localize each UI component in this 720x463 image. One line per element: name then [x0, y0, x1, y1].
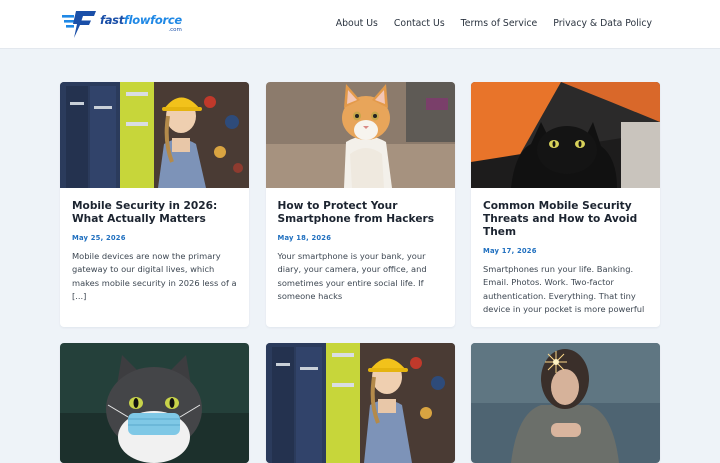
logo-domain-suffix: .com	[168, 26, 182, 33]
logo-text-accent: flowforce	[123, 13, 182, 27]
site-logo[interactable]: fastflowforce .com	[62, 9, 182, 39]
black-cat-in-tent-photo	[471, 82, 660, 188]
worker-in-hard-hat-photo	[60, 82, 249, 188]
orange-white-cat-photo	[265, 82, 455, 188]
woman-with-sparkler-photo	[471, 343, 660, 463]
post-date: May 17, 2026	[483, 247, 537, 255]
post-thumbnail[interactable]	[471, 82, 660, 188]
post-thumbnail[interactable]	[60, 82, 249, 188]
main-nav: About Us Contact Us Terms of Service Pri…	[336, 18, 652, 29]
worker-in-hard-hat-photo	[265, 343, 455, 463]
nav-privacy-policy[interactable]: Privacy & Data Policy	[553, 18, 652, 29]
post-card[interactable]: Common Mobile Security Threats and How t…	[471, 82, 660, 327]
post-card[interactable]: How to Protect Your Smartphone from Hack…	[265, 82, 455, 327]
post-date: May 25, 2026	[72, 234, 126, 242]
site-header: fastflowforce .com About Us Contact Us T…	[0, 0, 720, 49]
nav-contact-us[interactable]: Contact Us	[394, 18, 445, 29]
post-title[interactable]: How to Protect Your Smartphone from Hack…	[278, 200, 443, 226]
nav-about-us[interactable]: About Us	[336, 18, 378, 29]
post-excerpt: Mobile devices are now the primary gatew…	[72, 251, 237, 301]
logo-bolt-icon	[62, 11, 96, 38]
post-card[interactable]	[471, 343, 660, 463]
cat-with-face-mask-photo	[60, 343, 249, 463]
post-thumbnail[interactable]	[60, 343, 249, 463]
post-excerpt: Your smartphone is your bank, your diary…	[277, 251, 427, 301]
post-title[interactable]: Common Mobile Security Threats and How t…	[483, 200, 648, 239]
post-thumbnail[interactable]	[471, 343, 660, 463]
logo-text-prefix: fast	[100, 13, 124, 27]
post-excerpt: Smartphones run your life. Banking. Emai…	[483, 264, 645, 314]
post-thumbnail[interactable]	[265, 343, 455, 463]
nav-terms-of-service[interactable]: Terms of Service	[461, 18, 538, 29]
post-title[interactable]: Mobile Security in 2026: What Actually M…	[72, 200, 237, 226]
post-card[interactable]	[265, 343, 455, 463]
post-card[interactable]	[60, 343, 249, 463]
post-card[interactable]: Mobile Security in 2026: What Actually M…	[60, 82, 249, 327]
post-date: May 18, 2026	[277, 234, 332, 242]
post-thumbnail[interactable]	[265, 82, 455, 188]
post-grid: Mobile Security in 2026: What Actually M…	[60, 82, 660, 463]
